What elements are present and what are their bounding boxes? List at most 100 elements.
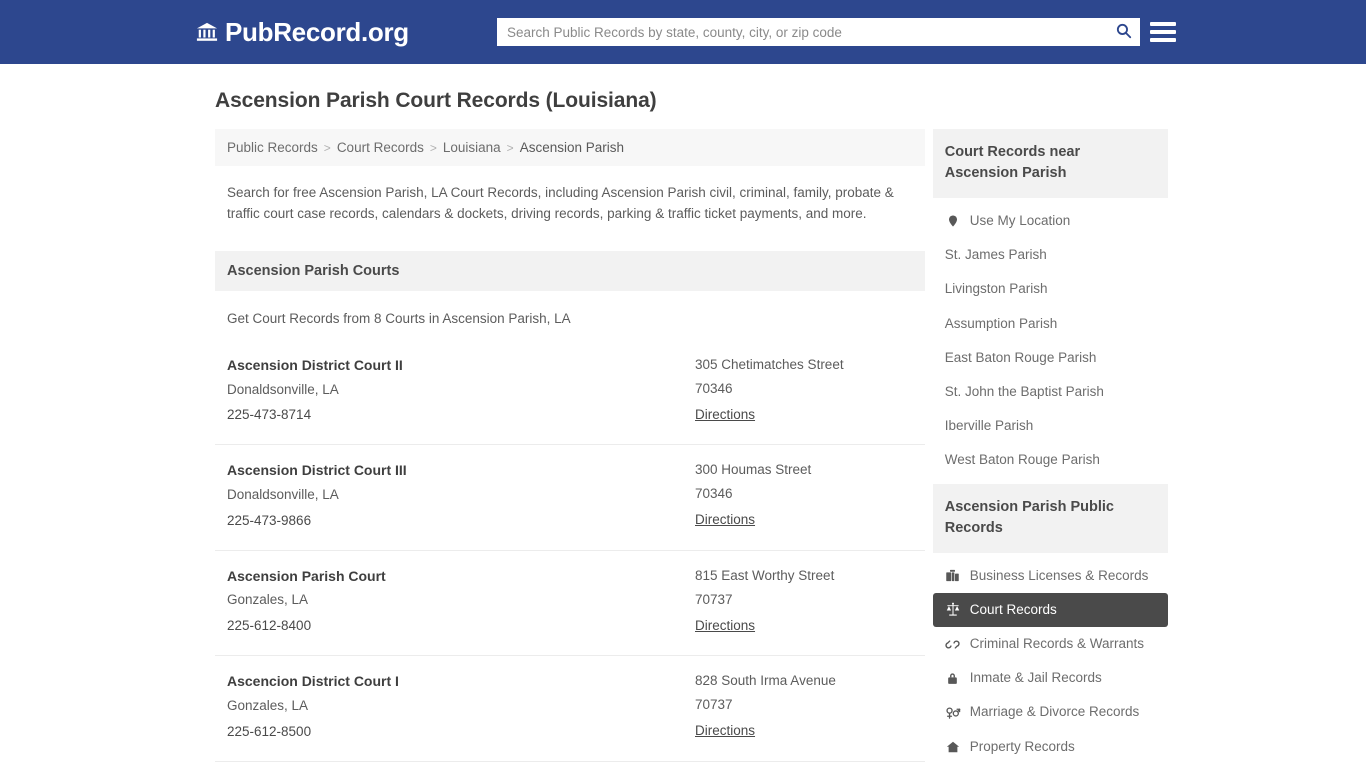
sidebar-item-use-my-location[interactable]: Use My Location bbox=[933, 204, 1168, 238]
court-list: Ascension District Court II Donaldsonvill… bbox=[215, 340, 925, 768]
directions-link[interactable]: Directions bbox=[695, 507, 755, 533]
court-city-state: Gonzales, LA bbox=[227, 697, 309, 713]
court-phone: 225-612-8500 bbox=[227, 723, 312, 739]
house-icon bbox=[945, 739, 961, 755]
sidebar-item-west-baton-rouge-parish[interactable]: West Baton Rouge Parish bbox=[933, 443, 1168, 477]
sidebar-item-label: Marriage & Divorce Records bbox=[969, 704, 1140, 720]
page-body: Ascension Parish Court Records (Louisian… bbox=[0, 89, 1366, 768]
directions-link[interactable]: Directions bbox=[695, 613, 755, 639]
court-address: 815 East Worthy Street bbox=[695, 567, 835, 583]
sidebar-item-iberville-parish[interactable]: Iberville Parish bbox=[933, 409, 1168, 443]
court-row-left: Ascencion District Court I Gonzales, LA 22… bbox=[227, 670, 695, 744]
breadcrumb-separator: > bbox=[506, 140, 514, 155]
main-content: Public Records > Court Records > Louisiana > A… bbox=[215, 129, 925, 768]
breadcrumb-item-court-records[interactable]: Court Records bbox=[337, 140, 424, 155]
sidebar-item-label: East Baton Rouge Parish bbox=[944, 349, 1097, 365]
breadcrumb: Public Records > Court Records > Louisiana > A… bbox=[215, 129, 925, 166]
briefcase-icon bbox=[945, 568, 961, 584]
sidebar-item-label: Court Records bbox=[969, 601, 1057, 617]
nearby-heading: Court Records near Ascension Parish bbox=[932, 129, 1168, 199]
sidebar-item-east-baton-rouge-parish[interactable]: East Baton Rouge Parish bbox=[933, 341, 1168, 375]
sidebar-item-st-james-parish[interactable]: St. James Parish bbox=[933, 238, 1168, 272]
court-zip: 70737 bbox=[695, 697, 733, 713]
padlock-icon bbox=[945, 670, 961, 686]
sidebar-item-label: St. James Parish bbox=[944, 247, 1047, 263]
court-address: 305 Chetimatches Street bbox=[695, 356, 844, 372]
court-row-left: Ascension District Court II Donaldsonvill… bbox=[227, 354, 695, 428]
sidebar-item-business-licenses-records[interactable]: Business Licenses & Records bbox=[933, 559, 1168, 593]
hamburger-bar bbox=[1150, 30, 1176, 34]
court-row: Ascension Parish Court Gonzales, LA 225-61… bbox=[215, 549, 925, 655]
sidebar-item-marriage-divorce-records[interactable]: Marriage & Divorce Records bbox=[933, 695, 1168, 729]
public-records-box: Ascension Parish Public Records Business… bbox=[932, 483, 1168, 764]
sidebar-item-inmate-jail-records[interactable]: Inmate & Jail Records bbox=[933, 661, 1168, 695]
hamburger-menu-icon[interactable] bbox=[1150, 17, 1176, 47]
court-phone: 225-473-8714 bbox=[227, 407, 312, 423]
courts-section-subheading: Get Court Records from 8 Courts in Ascen… bbox=[227, 310, 571, 326]
breadcrumb-item-public-records[interactable]: Public Records bbox=[227, 140, 318, 155]
sidebar-item-label: Livingston Parish bbox=[944, 281, 1048, 297]
court-name[interactable]: Ascencion District Court I bbox=[227, 670, 695, 693]
sidebar-item-label: Criminal Records & Warrants bbox=[969, 635, 1145, 651]
court-row-left: Ascension District Court III Donaldsonvil… bbox=[227, 459, 695, 533]
search-bar bbox=[497, 18, 1140, 46]
court-row-left: Ascension Parish Court Gonzales, LA 225-61… bbox=[227, 565, 695, 639]
map-pin-icon bbox=[945, 213, 961, 229]
nearby-list: Use My Location St. James Parish Livingsto… bbox=[933, 198, 1168, 478]
court-zip: 70346 bbox=[695, 380, 733, 396]
sidebar-item-label: Assumption Parish bbox=[944, 315, 1058, 331]
sidebar-item-property-records[interactable]: Property Records bbox=[933, 730, 1168, 764]
page-title: Ascension Parish Court Records (Louisian… bbox=[215, 89, 657, 112]
sidebar-item-st-john-the-baptist-parish[interactable]: St. John the Baptist Parish bbox=[933, 375, 1168, 409]
sidebar-item-label: West Baton Rouge Parish bbox=[944, 452, 1100, 468]
court-name[interactable]: Ascension Parish Court bbox=[227, 565, 695, 588]
search-input[interactable] bbox=[497, 18, 1106, 46]
public-records-list: Business Licenses & Records Court Records… bbox=[932, 553, 1168, 764]
breadcrumb-separator: > bbox=[323, 140, 331, 155]
nearby-court-records-box: Court Records near Ascension Parish Use … bbox=[932, 129, 1168, 478]
court-zip: 70346 bbox=[695, 486, 733, 502]
sidebar-item-label: Business Licenses & Records bbox=[969, 567, 1149, 583]
site-header: PubRecord.org bbox=[0, 0, 1366, 64]
sidebar-item-assumption-parish[interactable]: Assumption Parish bbox=[933, 307, 1168, 341]
public-records-heading: Ascension Parish Public Records bbox=[932, 483, 1168, 553]
search-button[interactable] bbox=[1106, 18, 1140, 46]
court-row: Ascension District Court III Donaldsonvil… bbox=[215, 444, 925, 549]
courts-section-heading: Ascension Parish Courts bbox=[215, 250, 925, 291]
court-row: Ascension District Court II Donaldsonvill… bbox=[215, 340, 925, 444]
court-name[interactable]: Ascension District Court II bbox=[227, 354, 695, 377]
court-name[interactable]: Ascension District Court III bbox=[227, 459, 695, 482]
breadcrumb-separator: > bbox=[429, 140, 437, 155]
breadcrumb-item-ascension-parish: Ascension Parish bbox=[519, 140, 624, 155]
site-logo-link[interactable]: PubRecord.org bbox=[196, 17, 409, 48]
sidebar-item-court-records[interactable]: Court Records bbox=[932, 592, 1168, 627]
sidebar-item-livingston-parish[interactable]: Livingston Parish bbox=[933, 272, 1168, 306]
court-zip: 70737 bbox=[695, 591, 733, 607]
search-icon bbox=[1115, 22, 1132, 42]
directions-link[interactable]: Directions bbox=[695, 718, 755, 744]
court-phone: 225-612-8400 bbox=[227, 618, 312, 634]
sidebar: Court Records near Ascension Parish Use … bbox=[932, 129, 1168, 768]
court-city-state: Donaldsonville, LA bbox=[227, 487, 339, 502]
sidebar-item-label: Iberville Parish bbox=[944, 418, 1034, 434]
hamburger-bar bbox=[1150, 38, 1176, 42]
sidebar-item-label: Use My Location bbox=[969, 213, 1071, 229]
sidebar-item-criminal-records-warrants[interactable]: Criminal Records & Warrants bbox=[933, 627, 1168, 661]
sidebar-item-label: Property Records bbox=[969, 738, 1075, 754]
court-row-right: 815 East Worthy Street 70737 Directions bbox=[695, 565, 913, 639]
handcuffs-icon bbox=[945, 636, 961, 652]
court-city-state: Gonzales, LA bbox=[227, 592, 309, 608]
court-row: Donaldsonville Justice of Peace CourtDon… bbox=[215, 760, 925, 768]
sidebar-item-label: Inmate & Jail Records bbox=[969, 670, 1102, 686]
breadcrumb-item-louisiana[interactable]: Louisiana bbox=[443, 140, 501, 155]
hamburger-bar bbox=[1150, 22, 1176, 26]
directions-link[interactable]: Directions bbox=[695, 402, 755, 428]
site-brand-name: PubRecord.org bbox=[225, 16, 409, 47]
court-address: 300 Houmas Street bbox=[695, 462, 812, 478]
court-address: 828 South Irma Avenue bbox=[695, 673, 836, 689]
court-city-state: Donaldsonville, LA bbox=[227, 381, 339, 397]
court-row-right: 300 Houmas Street 70346 Directions bbox=[695, 459, 913, 533]
gender-symbols-icon bbox=[945, 704, 961, 720]
bank-building-icon bbox=[196, 21, 218, 43]
scales-of-justice-icon bbox=[945, 602, 961, 618]
